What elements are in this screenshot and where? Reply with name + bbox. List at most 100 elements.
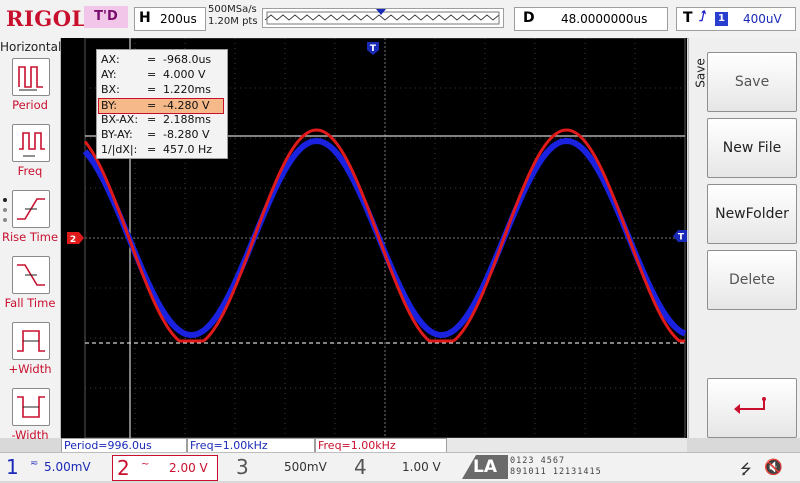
acquisition-info: 500MSa/s 1.20M pts bbox=[208, 4, 258, 28]
period-icon bbox=[12, 58, 50, 96]
svg-text:T: T bbox=[678, 233, 685, 243]
ch2-offset-marker: 2 bbox=[67, 232, 84, 245]
measure-period-item[interactable]: Period bbox=[0, 56, 60, 120]
channel-1-status[interactable]: 1 ≂ 5.00mV bbox=[2, 455, 106, 479]
la-digits-row1: 0123 4567 bbox=[510, 456, 566, 466]
channel-4-scale: 1.00 V bbox=[402, 460, 441, 474]
left-menu-title: Horizontal bbox=[0, 40, 62, 54]
trigger-status-badge: T'D bbox=[84, 6, 128, 28]
cursor-readout-eq: = bbox=[147, 53, 157, 66]
cursor-readout-panel: AX: = -968.0us AY: = 4.000 V BX: = 1.220ms BY: = -4… bbox=[96, 49, 228, 159]
channel-1-number: 1 bbox=[6, 455, 19, 479]
cursor-readout-name: BX-AX: bbox=[101, 113, 139, 126]
cursor-readout-row: 1/|dX|: = 457.0 Hz bbox=[99, 143, 223, 157]
measurement-freq-ch1[interactable]: Freq=1.00kHz bbox=[187, 438, 315, 453]
horizontal-key-label: H bbox=[139, 10, 151, 26]
trigger-source-badge: 1 bbox=[715, 12, 728, 26]
cursor-readout-name: BX: bbox=[101, 83, 120, 96]
positive-width-icon bbox=[12, 322, 50, 360]
cursor-readout-name: 1/|dX|: bbox=[101, 143, 138, 156]
cursor-readout-eq: = bbox=[147, 113, 157, 126]
rigol-logo: RIGOL bbox=[6, 6, 87, 31]
speaker-muted-icon: 🔇 bbox=[764, 458, 783, 476]
la-digits-row2: 891011 12131415 bbox=[510, 467, 602, 477]
cursor-readout-name: BY-AY: bbox=[101, 128, 133, 141]
cursor-readout-value: -968.0us bbox=[163, 53, 212, 66]
svg-text:T: T bbox=[370, 44, 377, 54]
new-file-button[interactable]: New File bbox=[707, 118, 797, 178]
memory-overview-strip bbox=[262, 8, 504, 28]
cursor-readout-value: -8.280 V bbox=[163, 128, 210, 141]
cursor-readout-name: BY: bbox=[101, 99, 117, 112]
measurement-freq-ch1-text: Freq=1.00kHz bbox=[190, 439, 268, 452]
cursor-readout-value: 4.000 V bbox=[163, 68, 206, 81]
trigger-position-marker: T bbox=[367, 42, 379, 55]
positive-width-label: +Width bbox=[8, 362, 52, 376]
measurement-period[interactable]: Period=996.0us bbox=[61, 438, 187, 453]
channel-status-bar: 1 ≂ 5.00mV 2 ~ 2.00 V 3 500mV 4 1.00 V L… bbox=[0, 452, 800, 481]
channel-2-status[interactable]: 2 ~ 2.00 V bbox=[112, 455, 218, 481]
channel-2-number: 2 bbox=[117, 456, 130, 480]
channel-4-number: 4 bbox=[354, 455, 367, 479]
delay-box[interactable]: D 48.0000000us bbox=[514, 7, 668, 31]
cursor-readout-eq: = bbox=[147, 128, 157, 141]
svg-text:2: 2 bbox=[70, 235, 76, 245]
return-arrow-icon bbox=[734, 397, 766, 414]
cursor-readout-name: AY: bbox=[101, 68, 117, 81]
cursor-readout-row: BX-AX: = 2.188ms bbox=[99, 113, 223, 127]
save-button[interactable]: Save bbox=[707, 52, 797, 112]
cursor-readout-row: AY: = 4.000 V bbox=[99, 68, 223, 82]
delay-key-label: D bbox=[523, 10, 535, 26]
measure-positive-width-item[interactable]: +Width bbox=[0, 320, 60, 384]
delete-button[interactable]: Delete bbox=[707, 250, 797, 310]
delay-value: 48.0000000us bbox=[561, 12, 648, 26]
trigger-box[interactable]: T ⭜ 1 400uV bbox=[676, 7, 796, 31]
cursor-readout-row: BX: = 1.220ms bbox=[99, 83, 223, 97]
timebase-value: 200us bbox=[160, 12, 197, 26]
timebase-box[interactable]: H 200us bbox=[134, 7, 206, 31]
back-button[interactable] bbox=[707, 378, 797, 438]
channel-2-coupling-icon: ~ bbox=[141, 459, 150, 470]
trigger-level-marker: T bbox=[673, 230, 687, 243]
memory-depth: 1.20M pts bbox=[208, 16, 258, 27]
cursor-readout-name: AX: bbox=[101, 53, 120, 66]
channel-4-status[interactable]: 4 1.00 V bbox=[350, 455, 450, 479]
memory-waveform-icon bbox=[264, 9, 500, 25]
new-folder-button[interactable]: NewFolder bbox=[707, 184, 797, 244]
channel-3-scale: 500mV bbox=[284, 460, 327, 474]
negative-width-label: -Width bbox=[11, 428, 49, 442]
channel-3-status[interactable]: 3 500mV bbox=[232, 455, 332, 479]
measure-rise-time-item[interactable]: Rise Time bbox=[0, 188, 60, 252]
channel-1-scale: 5.00mV bbox=[44, 460, 91, 474]
measure-freq-item[interactable]: Freq bbox=[0, 122, 60, 186]
channel-2-scale: 2.00 V bbox=[169, 461, 208, 475]
top-status-bar: RIGOL T'D H 200us 500MSa/s 1.20M pts D 4… bbox=[0, 0, 800, 39]
cursor-readout-value: 457.0 Hz bbox=[163, 143, 213, 156]
rise-time-icon bbox=[12, 190, 50, 228]
freq-icon bbox=[12, 124, 50, 162]
measurement-period-text: Period=996.0us bbox=[64, 439, 152, 452]
measure-negative-width-item[interactable]: -Width bbox=[0, 386, 60, 450]
usb-icon: ⭍ bbox=[740, 462, 752, 478]
cursor-readout-row: BY: = -4.280 V bbox=[98, 98, 224, 114]
cursor-readout-eq: = bbox=[147, 143, 157, 156]
fall-time-label: Fall Time bbox=[4, 296, 56, 310]
save-menu: Save Save New File NewFolder Delete bbox=[688, 38, 800, 438]
la-channel-button[interactable]: LA bbox=[462, 455, 508, 479]
negative-width-icon bbox=[12, 388, 50, 426]
freq-label: Freq bbox=[17, 164, 43, 178]
cursor-readout-row: BY-AY: = -8.280 V bbox=[99, 128, 223, 142]
measure-fall-time-item[interactable]: Fall Time bbox=[0, 254, 60, 318]
measurement-freq-ch2[interactable]: Freq=1.00kHz bbox=[315, 438, 447, 453]
rise-time-label: Rise Time bbox=[1, 230, 59, 244]
measurement-freq-ch2-text: Freq=1.00kHz bbox=[318, 439, 396, 452]
trigger-level-value: 400uV bbox=[743, 12, 782, 26]
cursor-readout-eq: = bbox=[147, 83, 157, 96]
channel-1-coupling-icon: ≂ bbox=[30, 458, 39, 469]
cursor-readout-eq: = bbox=[147, 68, 157, 81]
la-channel-indicator: 0123 4567 891011 12131415 bbox=[510, 456, 602, 478]
right-menu-title: Save bbox=[693, 58, 708, 88]
cursor-readout-value: 1.220ms bbox=[163, 83, 211, 96]
channel-3-number: 3 bbox=[236, 455, 249, 479]
sample-rate: 500MSa/s bbox=[208, 4, 257, 15]
